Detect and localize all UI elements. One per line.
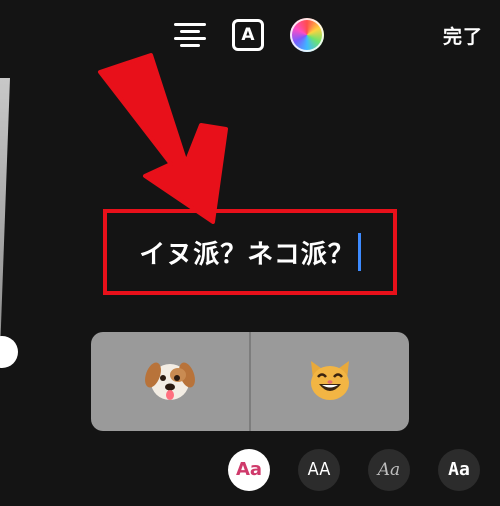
font-option-label: Aa: [377, 459, 401, 480]
text-caret: [357, 233, 361, 271]
poll-option-cat[interactable]: [249, 332, 409, 431]
font-option-modern[interactable]: AA: [298, 449, 340, 491]
font-option-script[interactable]: Aa: [368, 449, 410, 491]
font-option-strong[interactable]: Aa: [438, 449, 480, 491]
text-toolbar: A 完了: [0, 0, 500, 70]
text-style-button[interactable]: A: [232, 19, 264, 51]
text-size-slider[interactable]: [0, 78, 18, 368]
dog-face-icon: [143, 353, 197, 411]
font-option-classic[interactable]: Aa: [228, 449, 270, 491]
font-selector: Aa AA Aa Aa: [0, 440, 500, 500]
text-style-label: A: [241, 24, 255, 45]
slider-knob[interactable]: [0, 336, 18, 368]
font-option-label: Aa: [448, 459, 470, 480]
cat-face-icon: [303, 353, 357, 411]
done-button[interactable]: 完了: [443, 22, 483, 49]
input-text: イヌ派？ネコ派？: [139, 239, 355, 270]
text-input[interactable]: イヌ派？ネコ派？: [115, 227, 385, 277]
poll-option-dog[interactable]: [91, 332, 249, 431]
slider-track: [0, 78, 10, 353]
font-option-label: Aa: [235, 459, 263, 480]
poll-sticker[interactable]: [91, 332, 409, 431]
color-wheel-icon[interactable]: [290, 18, 324, 52]
font-option-label: AA: [307, 459, 331, 480]
align-center-icon[interactable]: [172, 18, 208, 52]
